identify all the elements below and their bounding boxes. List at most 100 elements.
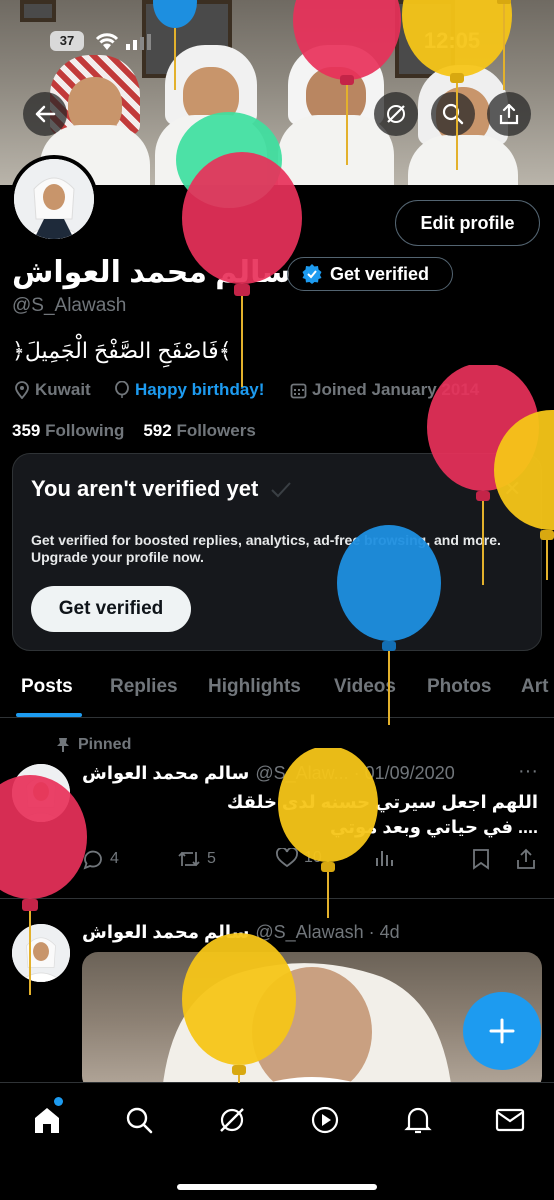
post-text: اللهم اجعل سيرتي حسنه لدى خلقك في حياتي … [227,790,538,840]
compose-post-button[interactable] [463,992,541,1070]
pinned-label: Pinned [56,736,131,754]
grok-tab[interactable] [215,1103,249,1137]
active-tab-indicator [16,713,82,717]
tab-posts[interactable]: Posts [21,676,73,698]
joined-text: Joined January 2014 [312,380,480,399]
repost-button[interactable]: 5 [177,848,216,870]
share-button[interactable] [487,92,531,136]
post-avatar[interactable] [12,764,70,822]
search-button[interactable] [431,92,475,136]
post-avatar[interactable] [12,924,70,982]
reply-icon [83,850,102,870]
post-divider [0,898,554,899]
notifications-tab[interactable] [401,1103,435,1137]
tab-art[interactable]: Art [521,676,548,698]
play-icon [311,1106,339,1134]
banner-frame [20,0,56,22]
notification-dot [54,1097,63,1106]
profile-handle: @S_Alawash [12,295,127,316]
followers-label: Followers [176,421,256,440]
location-text: Kuwait [35,380,91,399]
post-author[interactable]: سالم محمد العواش [82,763,249,784]
card-description: Get verified for boosted replies, analyt… [31,532,501,565]
grok-button[interactable] [374,92,418,136]
repost-icon [178,851,200,867]
plus-icon [489,1018,515,1044]
verified-badge-icon [302,264,322,284]
heart-icon [276,848,298,868]
balloon-icon [115,381,129,398]
profile-avatar[interactable] [10,155,98,243]
bookmark-icon [473,849,489,870]
back-button[interactable] [23,92,67,136]
search-icon [442,103,464,125]
video-tab[interactable] [308,1103,342,1137]
search-tab[interactable] [122,1103,156,1137]
wifi-icon [95,33,119,50]
bookmark-button[interactable] [472,848,490,870]
birthday-link[interactable]: Happy birthday! [135,380,264,400]
share-icon [517,848,535,869]
post-handle-date: @S_Alaw... · 01/09/2020 [255,763,455,783]
repost-count: 5 [207,850,216,867]
more-options-icon[interactable]: ··· [518,760,538,783]
banner-person [155,45,267,185]
grok-icon [387,105,405,123]
edit-profile-button[interactable]: Edit profile [395,200,540,246]
messages-tab[interactable] [493,1103,527,1137]
battery-indicator: 37 [50,31,84,51]
tab-replies[interactable]: Replies [110,676,178,698]
calendar-icon [290,383,307,398]
following-label: Following [45,421,125,440]
home-indicator [177,1184,377,1190]
share-post-button[interactable] [516,848,536,870]
post-handle-date: @S_Alawash · 4d [255,922,400,942]
get-verified-label: Get verified [330,263,430,284]
following-count: 359 [12,421,41,440]
avatar-image [12,924,70,982]
tab-highlights[interactable]: Highlights [208,676,301,698]
status-bar: 37 12:05 [0,28,554,58]
analytics-icon [376,851,393,866]
post-actions: 4 5 10 [82,848,542,872]
bottom-navigation [0,1082,554,1200]
reply-count: 4 [110,850,119,867]
pinned-text: Pinned [78,736,132,753]
like-button[interactable]: 10 [276,848,322,868]
joined-meta: Joined January 2014 [290,380,479,400]
pin-icon [57,738,69,752]
post-text-line: اللهم اجعل سيرتي حسنه لدى خلقك [226,792,538,812]
birthday-meta[interactable]: Happy birthday! [114,380,264,400]
location-pin-icon [15,381,29,399]
mail-icon [495,1108,525,1132]
share-icon [499,103,519,125]
checkmark-icon [271,482,292,498]
following-link[interactable]: 359 Following [12,421,124,440]
home-tab[interactable] [30,1103,64,1137]
profile-tabs: Posts Replies Highlights Videos Photos A… [0,668,554,718]
post-header: سالم محمد العواش @S_Alawash · 4d [82,922,400,943]
arrow-left-icon [35,105,56,123]
clock: 12:05 [423,28,481,53]
profile-name: سالم محمد العواش [12,256,291,289]
profile-bio: ﴿فَاصْفَحِ الصَّفْحَ الْجَمِيلَ﴾ [12,338,232,363]
close-icon[interactable]: ✕ [503,476,521,502]
tab-photos[interactable]: Photos [427,676,491,698]
post-text-line: في حياتي وبعد موتي .... [330,817,538,837]
grok-icon [220,1108,244,1132]
tab-videos[interactable]: Videos [334,676,396,698]
card-title: You aren't verified yet [31,476,292,502]
followers-link[interactable]: 592 Followers [143,421,255,440]
like-count: 10 [304,849,322,866]
bell-icon [404,1107,432,1134]
get-verified-pill[interactable]: Get verified [287,257,453,291]
views-button[interactable] [374,848,394,868]
verification-prompt-card: You aren't verified yet ✕ Get verified f… [12,453,542,651]
card-title-text: You aren't verified yet [31,476,259,501]
followers-count: 592 [143,421,172,440]
banner-person [278,45,394,185]
get-verified-button[interactable]: Get verified [31,586,191,632]
post-author[interactable]: سالم محمد العواش [82,922,249,943]
reply-button[interactable]: 4 [82,848,119,870]
search-icon [126,1107,153,1134]
